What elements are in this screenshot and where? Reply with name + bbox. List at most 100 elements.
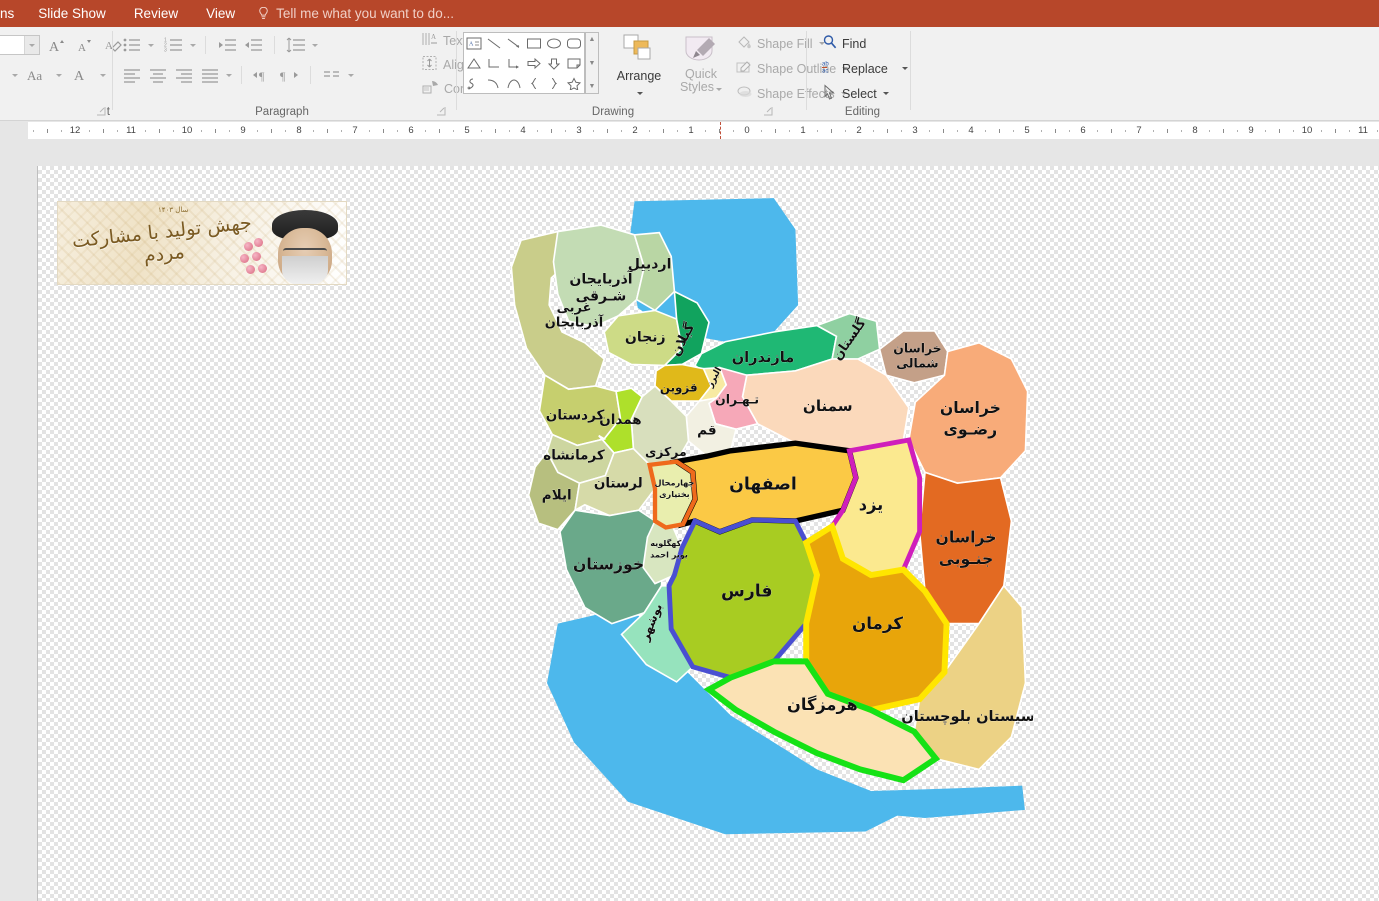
font-size-input[interactable] [0,35,40,55]
line-shape-icon[interactable] [484,33,504,53]
chevron-down-icon[interactable] [716,88,722,91]
shapes-gallery-scrollbar[interactable]: ▲ ▼ ▼ [585,32,599,94]
ruler-tick-mark [1055,129,1056,133]
font-color-icon[interactable]: A [68,63,92,87]
persian-production-leap-banner[interactable]: سال ۱۴۰۳ جهش تولید با مشارکت مردم [57,201,347,285]
ruler-tick-label: 10 [1302,122,1313,139]
columns-icon[interactable] [320,63,344,87]
ruler-tick-mark [565,130,566,132]
ruler-scale[interactable]: 12111098765432101234567891011 [28,122,1379,139]
chevron-down-icon[interactable] [190,44,196,47]
ruler-tick-mark [173,130,174,132]
ruler-tick-mark [677,130,678,132]
decrease-font-size-icon[interactable]: A [72,33,96,57]
bullet-list-icon[interactable] [120,33,144,57]
scroll-up-icon[interactable]: ▲ [589,33,596,46]
justify-icon[interactable] [198,63,222,87]
textbox-shape-icon[interactable]: A [464,33,484,53]
chevron-down-icon[interactable] [637,92,643,95]
chevron-down-icon[interactable] [902,67,908,70]
align-center-icon[interactable] [146,63,170,87]
arc-shape-icon[interactable] [504,73,524,93]
left-brace-shape-icon[interactable] [524,73,544,93]
increase-indent-icon[interactable] [241,33,265,57]
right-arrow-shape-icon[interactable] [524,53,544,73]
arrange-button[interactable]: Arrange [608,33,670,100]
chevron-down-icon[interactable] [100,74,106,77]
numbered-list-icon[interactable]: 123 [162,33,186,57]
slide-canvas[interactable]: سال ۱۴۰۳ جهش تولید با مشارکت مردم [37,166,1379,901]
gallery-more-icon[interactable]: ▼ [589,80,596,93]
decrease-indent-icon[interactable] [215,33,239,57]
drawing-dialog-launcher-icon[interactable] [764,107,773,116]
folded-corner-shape-icon[interactable] [564,53,584,73]
select-button[interactable]: Select [822,84,908,103]
rounded-rectangle-shape-icon[interactable] [564,33,584,53]
chevron-down-icon[interactable] [148,44,154,47]
font-dialog-launcher-icon[interactable] [97,107,106,116]
chevron-down-icon[interactable] [348,74,354,77]
elbow-connector-icon[interactable] [484,53,504,73]
ruler-tick-mark [929,130,930,132]
quick-styles-button[interactable]: Quick Styles [673,33,729,94]
right-to-left-icon[interactable]: ¶ [277,63,301,87]
find-button[interactable]: Find [822,34,908,53]
character-spacing-icon[interactable]: AV [0,63,4,87]
change-case-icon[interactable]: Aa [24,63,48,87]
ruler-tick-mark [761,130,762,132]
arrow-shape-icon[interactable] [504,33,524,53]
ruler-tick-mark [341,130,342,132]
tell-me-placeholder: Tell me what you want to do... [276,6,454,21]
chevron-down-icon[interactable] [312,44,318,47]
align-left-icon[interactable] [120,63,144,87]
lightbulb-icon [257,6,270,21]
ruler-tick-mark [537,130,538,132]
ruler-tick-label: 7 [352,122,357,139]
right-brace-shape-icon[interactable] [544,73,564,93]
beard-shape [282,256,328,284]
left-to-right-icon[interactable]: ¶ [251,63,275,87]
chevron-down-icon[interactable] [56,74,62,77]
elbow-arrow-connector-icon[interactable] [504,53,524,73]
line-spacing-icon[interactable] [284,33,308,57]
iran-map-svg[interactable]: غربی آذربایجان آذربایجان شـرقی اردبیل زن… [493,196,1033,846]
ruler-tick-mark [61,130,62,132]
down-arrow-shape-icon[interactable] [544,53,564,73]
tab-view[interactable]: View [192,0,249,27]
ribbon: A A A AV Aa A [0,27,1379,121]
star-shape-icon[interactable] [564,73,584,93]
oval-shape-icon[interactable] [544,33,564,53]
tab-slide-show[interactable]: Slide Show [24,0,120,27]
scribble-shape-icon[interactable] [464,73,484,93]
shapes-gallery[interactable]: A [463,32,585,94]
increase-font-size-icon[interactable]: A [44,33,68,57]
slide-workspace: سال ۱۴۰۳ جهش تولید با مشارکت مردم [0,141,1379,901]
tab-animations-clipped[interactable]: ns [0,0,24,27]
ruler-tick-label: 11 [1358,122,1368,139]
triangle-shape-icon[interactable] [464,53,484,73]
paragraph-dialog-launcher-icon[interactable] [437,107,446,116]
text-direction-icon: A [422,31,439,50]
label-chaharmahal-2: بختیاری [659,489,690,499]
tab-review[interactable]: Review [120,0,192,27]
divider [241,66,242,84]
quick-styles-label-line1: Quick [685,67,717,81]
tell-me-box[interactable]: Tell me what you want to do... [257,6,454,21]
label-east-azarbaijan-1: آذربایجان [569,269,633,287]
ruler-tick-label: 6 [1080,122,1085,139]
label-khuzestan: خوزستان [573,555,644,574]
rectangle-shape-icon[interactable] [524,33,544,53]
horizontal-ruler[interactable]: 12111098765432101234567891011 [0,121,1379,141]
replace-button[interactable]: abac Replace [822,59,908,78]
iran-provinces-map[interactable]: غربی آذربایجان آذربایجان شـرقی اردبیل زن… [493,196,1033,846]
chevron-down-icon[interactable] [12,74,18,77]
curve-shape-icon[interactable] [484,73,504,93]
label-north-khorasan-1: خراسان [893,341,941,356]
scroll-down-icon[interactable]: ▼ [589,57,596,70]
chevron-down-icon[interactable] [226,74,232,77]
chevron-down-icon[interactable] [883,92,889,95]
align-right-icon[interactable] [172,63,196,87]
ruler-tick-mark [117,130,118,132]
chevron-down-icon[interactable] [24,36,39,54]
replace-abc-icon: abac [822,59,838,78]
